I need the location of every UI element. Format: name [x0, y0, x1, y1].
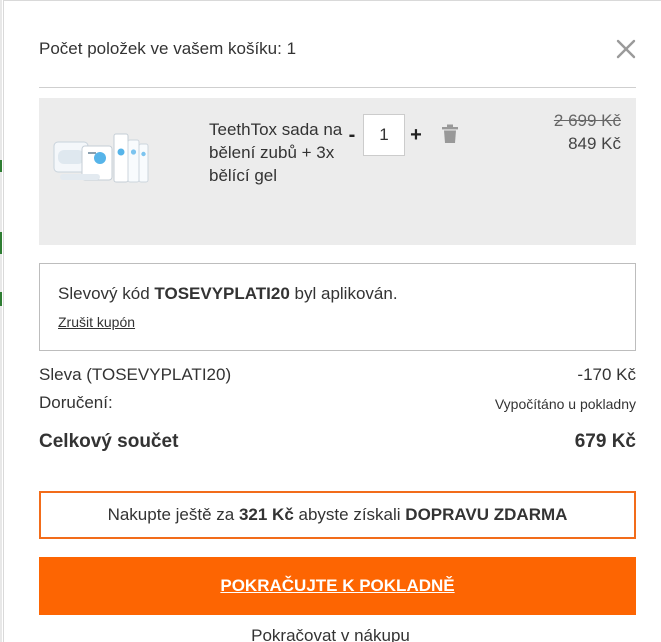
- remove-coupon-link[interactable]: Zrušit kupón: [58, 314, 135, 330]
- total-label: Celkový součet: [39, 431, 179, 452]
- discount-value: -170 Kč: [577, 365, 636, 384]
- product-image: [53, 133, 149, 183]
- cart-drawer: Počet položek ve vašem košíku: 1 TeethTo…: [3, 0, 661, 642]
- delivery-label: Doručení:: [39, 393, 113, 412]
- page-edge-accent: [0, 160, 2, 172]
- quantity-input[interactable]: [363, 114, 405, 156]
- quantity-decrease-button[interactable]: -: [343, 124, 361, 147]
- continue-shopping-link[interactable]: Pokračovat v nákupu: [0, 626, 661, 642]
- coupon-message-suffix: byl aplikován.: [289, 284, 398, 303]
- free-shipping-amount: 321 Kč: [238, 505, 294, 524]
- quantity-increase-button[interactable]: +: [407, 124, 425, 147]
- remove-item-button[interactable]: [441, 124, 459, 144]
- trash-icon: [442, 124, 458, 143]
- delivery-value: Vypočítáno u pokladny: [494, 396, 636, 412]
- free-shipping-middle: abyste získali: [298, 505, 401, 524]
- sale-price: 849 Kč: [568, 134, 621, 153]
- coupon-code: TOSEVYPLATI20: [154, 284, 290, 303]
- page-edge-accent: [0, 232, 2, 254]
- close-button[interactable]: [612, 35, 640, 63]
- original-price: 2 699 Kč: [553, 111, 621, 130]
- free-shipping-highlight: DOPRAVU ZDARMA: [405, 505, 568, 524]
- checkout-button[interactable]: POKRAČUJTE K POKLADNĚ: [39, 557, 636, 615]
- header-divider: [39, 87, 636, 88]
- coupon-message: Slevový kód TOSEVYPLATI20 byl aplikován.: [58, 284, 398, 304]
- discount-label: Sleva (TOSEVYPLATI20): [39, 365, 232, 384]
- quantity-stepper: - +: [343, 114, 425, 156]
- coupon-box: Slevový kód TOSEVYPLATI20 byl aplikován.…: [39, 263, 636, 351]
- coupon-message-prefix: Slevový kód: [58, 284, 155, 303]
- cart-item: TeethTox sada na bělení zubů + 3x bělící…: [39, 98, 636, 245]
- free-shipping-prefix: Nakupte ještě za: [107, 505, 235, 524]
- page-edge: [0, 0, 2, 642]
- product-name[interactable]: TeethTox sada na bělení zubů + 3x bělící…: [209, 118, 349, 187]
- free-shipping-banner: Nakupte ještě za 321 Kč abyste získali D…: [39, 491, 636, 539]
- close-icon: [616, 39, 636, 59]
- page-edge-accent: [0, 292, 2, 306]
- total-value: 679 Kč: [574, 431, 636, 452]
- cart-item-count: Počet položek ve vašem košíku: 1: [39, 39, 297, 58]
